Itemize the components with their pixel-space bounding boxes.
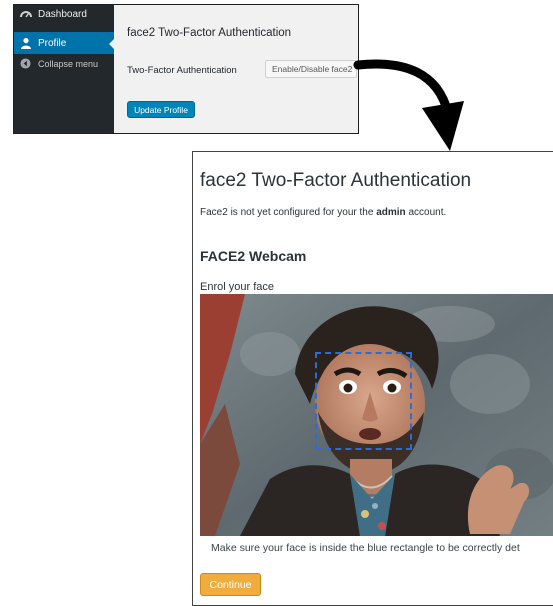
notice-username: admin bbox=[376, 207, 406, 218]
update-profile-button[interactable]: Update Profile bbox=[127, 101, 195, 118]
profile-content: face2 Two-Factor Authentication Two-Fact… bbox=[114, 5, 358, 133]
sidebar-item-label: Dashboard bbox=[38, 8, 87, 20]
notice-prefix: Face2 is not yet configured for your the bbox=[200, 207, 377, 218]
dashboard-icon bbox=[20, 8, 32, 20]
page-title: face2 Two-Factor Authentication bbox=[200, 170, 472, 191]
section-title: face2 Two-Factor Authentication bbox=[127, 27, 292, 39]
sidebar-item-collapse-menu[interactable]: Collapse menu bbox=[14, 54, 114, 74]
positioning-hint: Make sure your face is inside the blue r… bbox=[211, 542, 520, 554]
face2-enrolment-panel: face2 Two-Factor Authentication Face2 is… bbox=[192, 151, 553, 606]
sidebar-item-dashboard[interactable]: Dashboard bbox=[14, 4, 114, 24]
configuration-notice: Face2 is not yet configured for your the… bbox=[200, 207, 446, 218]
enrol-face-label: Enrol your face bbox=[200, 281, 274, 293]
sidebar-item-label: Profile bbox=[38, 37, 67, 49]
webcam-heading: FACE2 Webcam bbox=[200, 248, 307, 264]
webcam-feed bbox=[200, 294, 553, 536]
continue-button[interactable]: Continue bbox=[200, 573, 261, 596]
admin-sidebar: Dashboard Profile Collapse menu bbox=[14, 4, 115, 133]
sidebar-item-label: Collapse menu bbox=[38, 59, 99, 69]
two-factor-label: Two-Factor Authentication bbox=[127, 65, 237, 76]
collapse-icon bbox=[20, 58, 32, 70]
face-detection-rectangle bbox=[315, 352, 412, 450]
transition-arrow-icon bbox=[353, 59, 464, 151]
sidebar-item-profile[interactable]: Profile bbox=[14, 32, 115, 54]
wordpress-profile-panel: Dashboard Profile Collapse menu face2 Tw… bbox=[13, 4, 359, 134]
enable-disable-face2-select[interactable]: Enable/Disable face2 bbox=[265, 60, 357, 78]
user-icon bbox=[20, 37, 32, 49]
notice-suffix: account. bbox=[405, 207, 447, 218]
